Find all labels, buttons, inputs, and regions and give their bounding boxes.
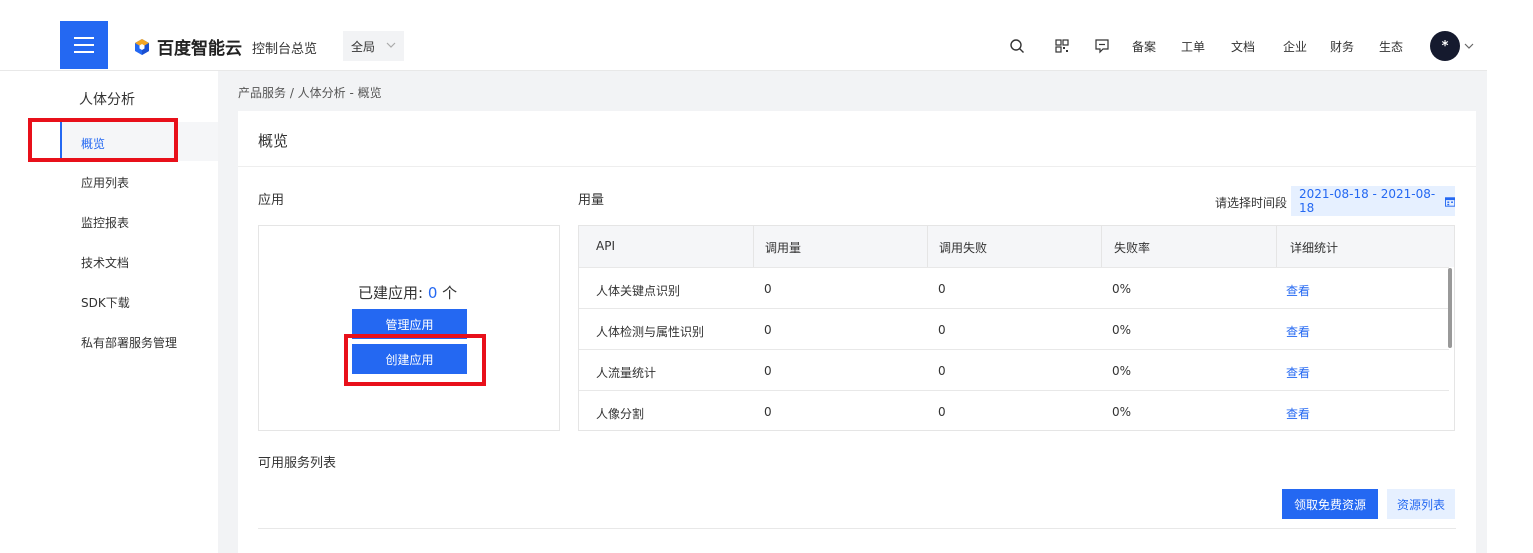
scrollbar-thumb[interactable] <box>1448 268 1452 348</box>
menu-button[interactable] <box>60 21 108 69</box>
avatar[interactable]: * <box>1430 31 1460 61</box>
view-detail-link[interactable]: 查看 <box>1286 282 1310 299</box>
link-ecosystem[interactable]: 生态 <box>1379 38 1403 55</box>
cell-rate: 0% <box>1112 364 1132 378</box>
cell-rate: 0% <box>1112 282 1132 296</box>
link-ticket[interactable]: 工单 <box>1181 38 1205 55</box>
breadcrumb: 产品服务 / 人体分析 - 概览 <box>238 86 382 100</box>
cell-fails: 0 <box>938 282 946 296</box>
cell-api: 人体关键点识别 <box>596 284 681 298</box>
usage-table: API 调用量 调用失败 失败率 详细统计 人体关键点识别 0 0 0% 查看 … <box>578 225 1455 431</box>
date-range-picker[interactable]: 2021-08-18 - 2021-08-18 <box>1291 186 1455 216</box>
sidebar-item-app-list[interactable]: 应用列表 <box>81 174 129 191</box>
table-row: 人像分割 0 0 0% 查看 <box>579 390 1449 430</box>
link-enterprise[interactable]: 企业 <box>1283 38 1307 55</box>
sidebar-item-tech-docs[interactable]: 技术文档 <box>81 254 129 271</box>
manage-app-label: 管理应用 <box>385 317 434 332</box>
cube-logo-icon <box>135 38 149 55</box>
column-divider <box>1101 226 1102 267</box>
table-header: API 调用量 调用失败 失败率 详细统计 <box>579 226 1454 267</box>
link-docs[interactable]: 文档 <box>1231 38 1255 55</box>
cell-api: 人体检测与属性识别 <box>596 325 705 339</box>
console-overview-link[interactable]: 控制台总览 <box>252 38 317 57</box>
resource-list-label: 资源列表 <box>1396 497 1445 512</box>
cell-fails: 0 <box>938 364 946 378</box>
cell-calls: 0 <box>764 364 772 378</box>
cell-rate: 0% <box>1112 405 1132 419</box>
built-apps-count: 已建应用: 0 个 <box>358 282 457 303</box>
resource-list-button[interactable]: 资源列表 <box>1387 489 1455 519</box>
claim-free-resource-button[interactable]: 领取免费资源 <box>1282 489 1378 519</box>
cell-api: 人流量统计 <box>596 366 657 380</box>
header-calls: 调用量 <box>765 241 802 255</box>
date-range-value: 2021-08-18 - 2021-08-18 <box>1299 187 1436 215</box>
brand-name: 百度智能云 <box>157 39 242 59</box>
column-divider <box>1276 226 1277 267</box>
qrcode-icon[interactable] <box>1054 38 1070 54</box>
built-prefix: 已建应用: <box>358 284 428 302</box>
link-beian[interactable]: 备案 <box>1132 38 1156 55</box>
apps-section-title: 应用 <box>258 193 285 208</box>
built-count: 0 <box>427 284 438 302</box>
cell-calls: 0 <box>764 323 772 337</box>
view-detail-link[interactable]: 查看 <box>1286 405 1310 422</box>
highlight-annotation <box>344 334 486 386</box>
header-fails: 调用失败 <box>939 241 988 255</box>
column-divider <box>927 226 928 267</box>
view-detail-link[interactable]: 查看 <box>1286 364 1310 381</box>
avatar-text: * <box>1441 38 1449 54</box>
built-suffix: 个 <box>437 284 458 302</box>
cell-calls: 0 <box>764 282 772 296</box>
cell-fails: 0 <box>938 323 946 337</box>
highlight-annotation <box>28 118 178 162</box>
sidebar-title: 人体分析 <box>79 92 135 108</box>
link-finance[interactable]: 财务 <box>1330 38 1354 55</box>
sidebar-item-sdk-download[interactable]: SDK下载 <box>81 294 130 311</box>
region-select[interactable]: 全局 <box>343 31 404 61</box>
view-detail-link[interactable]: 查看 <box>1286 323 1310 340</box>
chevron-down-icon <box>386 42 396 48</box>
usage-section-title: 用量 <box>578 193 605 208</box>
column-divider <box>753 226 754 267</box>
date-range-label: 请选择时间段 <box>1215 196 1288 210</box>
header-api: API <box>596 239 615 253</box>
cell-fails: 0 <box>938 405 946 419</box>
header-rate: 失败率 <box>1114 241 1151 255</box>
search-icon[interactable] <box>1009 38 1025 54</box>
table-row: 人体关键点识别 0 0 0% 查看 <box>579 267 1449 308</box>
table-row: 人流量统计 0 0 0% 查看 <box>579 349 1449 390</box>
hamburger-icon <box>74 37 94 53</box>
cell-rate: 0% <box>1112 323 1132 337</box>
cell-calls: 0 <box>764 405 772 419</box>
region-value: 全局 <box>351 39 376 54</box>
page-title: 概览 <box>258 132 289 150</box>
table-row: 人体检测与属性识别 0 0 0% 查看 <box>579 308 1449 349</box>
services-section-title: 可用服务列表 <box>258 456 337 471</box>
header-detail: 详细统计 <box>1290 241 1339 255</box>
sidebar-item-private-deploy[interactable]: 私有部署服务管理 <box>81 334 177 351</box>
table-top-border <box>258 528 1456 529</box>
brand-logo[interactable]: 百度智能云 <box>133 34 242 59</box>
claim-free-label: 领取免费资源 <box>1293 497 1366 512</box>
chevron-down-icon[interactable] <box>1464 41 1474 51</box>
top-navigation-bar: 百度智能云 控制台总览 全局 备案 工单 文档 企业 财务 生态 * <box>0 0 1487 71</box>
calendar-icon <box>1444 196 1455 207</box>
sidebar-item-monitor-report[interactable]: 监控报表 <box>81 214 129 231</box>
card-header: 概览 <box>238 111 1476 167</box>
cell-api: 人像分割 <box>596 407 645 421</box>
message-icon[interactable] <box>1094 38 1110 54</box>
